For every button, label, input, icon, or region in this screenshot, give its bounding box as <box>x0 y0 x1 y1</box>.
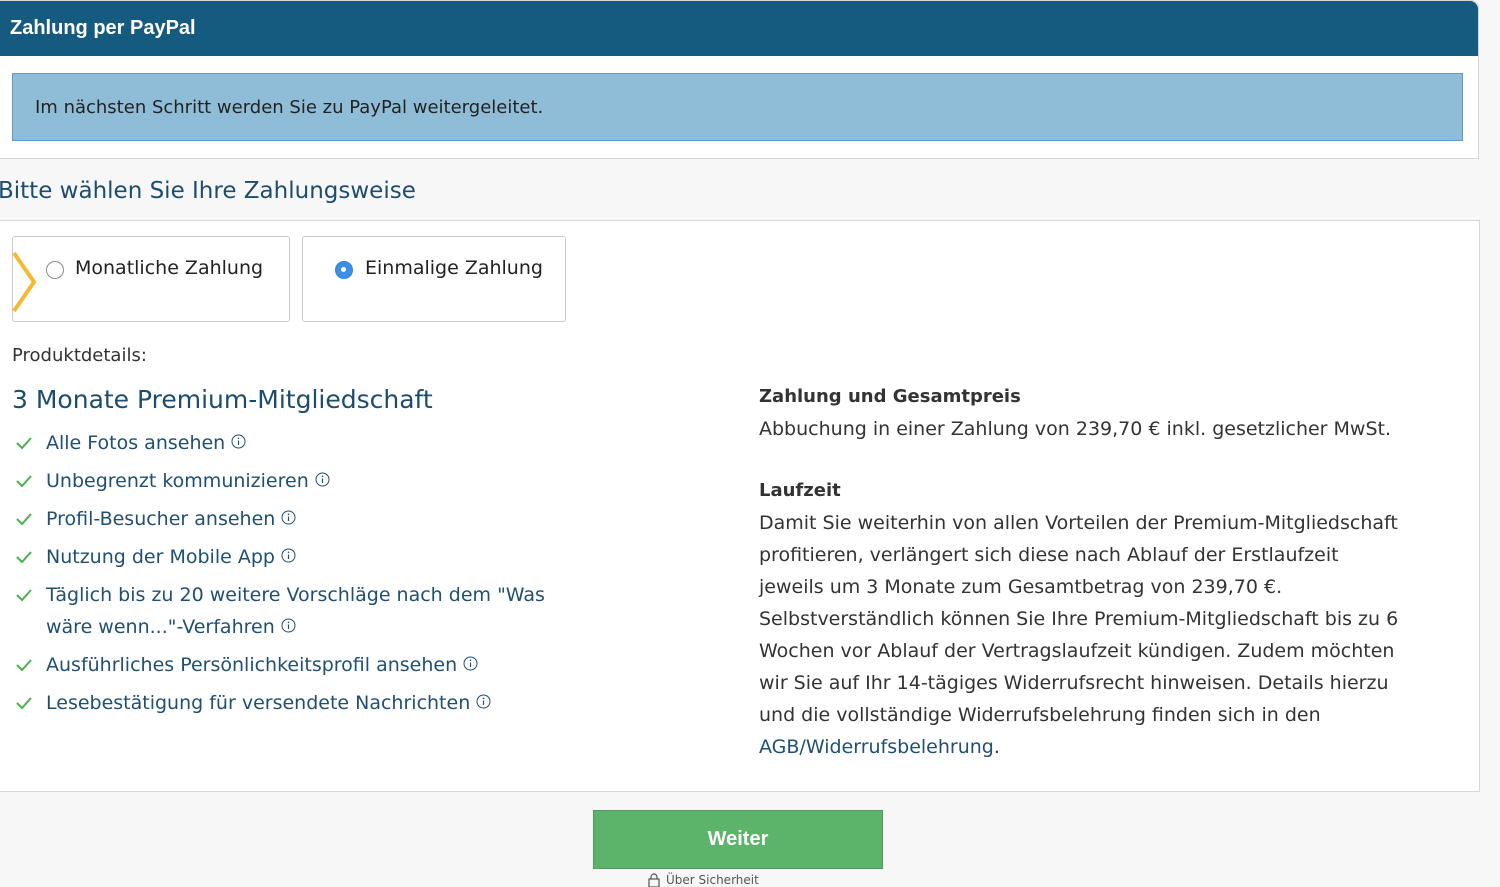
paypal-redirect-info: Im nächsten Schritt werden Sie zu PayPal… <box>12 73 1463 141</box>
info-icon[interactable] <box>315 472 330 487</box>
product-details-label: Produktdetails: <box>12 345 147 366</box>
check-icon <box>16 475 32 488</box>
check-icon <box>16 697 32 710</box>
payment-terms: Zahlung und Gesamtpreis Abbuchung in ein… <box>759 381 1399 763</box>
feature-item: Täglich bis zu 20 weitere Vorschläge nac… <box>16 579 556 643</box>
info-icon[interactable] <box>476 694 491 709</box>
info-icon[interactable] <box>231 434 246 449</box>
feature-text: Alle Fotos ansehen <box>46 432 226 454</box>
duration-text: Damit Sie weiterhin von allen Vorteilen … <box>759 507 1399 763</box>
payment-text: Abbuchung in einer Zahlung von 239,70 € … <box>759 418 1392 440</box>
check-icon <box>16 513 32 526</box>
feature-list: Alle Fotos ansehen Unbegrenzt kommunizie… <box>16 427 556 725</box>
feature-item: Alle Fotos ansehen <box>16 427 556 459</box>
payment-heading: Zahlung und Gesamtpreis <box>759 386 1021 407</box>
security-text: Über Sicherheit <box>666 873 759 887</box>
info-icon[interactable] <box>463 656 478 671</box>
feature-text: Profil-Besucher ansehen <box>46 508 276 530</box>
duration-body: Damit Sie weiterhin von allen Vorteilen … <box>759 512 1399 726</box>
feature-item: Ausführliches Persönlichkeitsprofil anse… <box>16 649 556 681</box>
payment-option-monthly[interactable]: Monatliche Zahlung <box>12 236 290 322</box>
feature-text: Unbegrenzt kommunizieren <box>46 470 309 492</box>
duration-suffix: . <box>993 736 1000 758</box>
product-title: 3 Monate Premium-Mitgliedschaft <box>12 385 433 414</box>
feature-text: Nutzung der Mobile App <box>46 546 275 568</box>
payment-option-once[interactable]: Einmalige Zahlung <box>302 236 566 322</box>
chevron-right-icon <box>12 251 37 313</box>
continue-button[interactable]: Weiter <box>593 810 883 869</box>
check-icon <box>16 659 32 672</box>
feature-item: Lesebestätigung für versendete Nachricht… <box>16 687 556 719</box>
feature-item: Nutzung der Mobile App <box>16 541 556 573</box>
info-icon[interactable] <box>281 618 296 633</box>
panel-title: Zahlung per PayPal <box>0 1 1478 56</box>
check-icon <box>16 589 32 602</box>
option-label-once: Einmalige Zahlung <box>365 257 543 279</box>
duration-heading: Laufzeit <box>759 480 841 501</box>
radio-monthly[interactable] <box>46 261 64 279</box>
check-icon <box>16 437 32 450</box>
terms-link[interactable]: AGB/Widerrufsbelehrung <box>759 736 994 758</box>
info-icon[interactable] <box>281 510 296 525</box>
feature-text: Ausführliches Persönlichkeitsprofil anse… <box>46 654 458 676</box>
section-title: Bitte wählen Sie Ihre Zahlungsweise <box>0 178 416 204</box>
lock-icon <box>648 873 660 887</box>
option-label-monthly: Monatliche Zahlung <box>75 257 264 279</box>
payment-content: Monatliche Zahlung Einmalige Zahlung Pro… <box>0 220 1480 792</box>
feature-item: Unbegrenzt kommunizieren <box>16 465 556 497</box>
info-icon[interactable] <box>281 548 296 563</box>
check-icon <box>16 551 32 564</box>
security-link[interactable]: Über Sicherheit <box>648 873 759 887</box>
radio-once[interactable] <box>335 261 353 279</box>
feature-text: Lesebestätigung für versendete Nachricht… <box>46 692 471 714</box>
feature-item: Profil-Besucher ansehen <box>16 503 556 535</box>
